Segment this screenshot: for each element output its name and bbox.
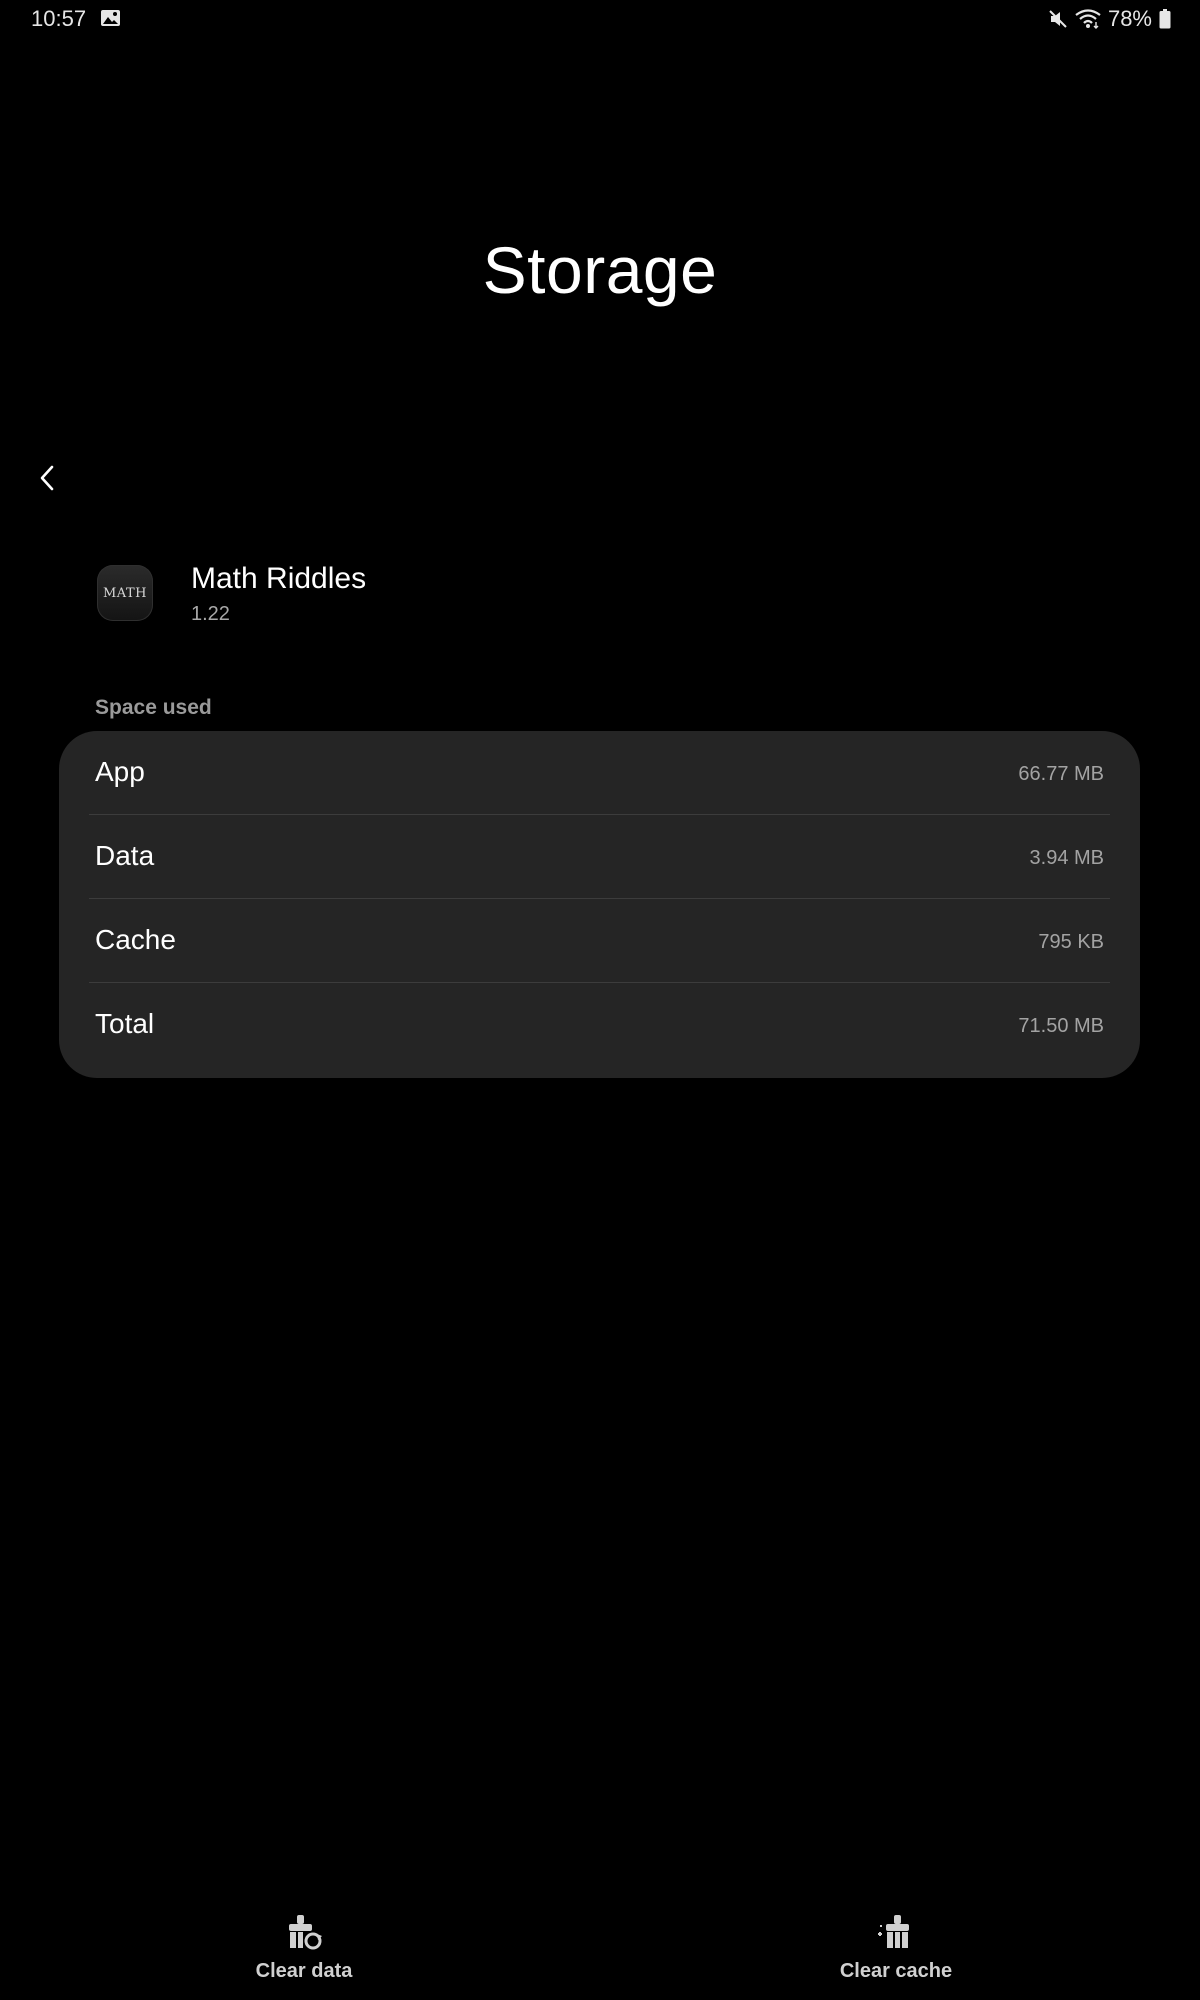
app-icon-label: MATH <box>103 585 147 601</box>
battery-percentage: 78% <box>1107 6 1152 31</box>
clear-data-icon <box>289 1915 322 1950</box>
status-bar: 10:57 78% <box>0 0 1200 38</box>
clear-data-label: Clear data <box>255 1960 353 1982</box>
row-value: 3.94 MB <box>1029 847 1104 869</box>
status-time: 10:57 <box>31 6 87 31</box>
storage-row-data: Data 3.94 MB <box>59 815 1140 899</box>
storage-card: App 66.77 MB Data 3.94 MB Cache 795 KB T… <box>59 731 1140 1078</box>
gallery-icon <box>101 10 120 26</box>
row-label: Total <box>95 1008 155 1039</box>
row-label: App <box>95 756 145 787</box>
row-label: Cache <box>95 924 176 955</box>
app-name: Math Riddles <box>191 562 367 595</box>
storage-row-total: Total 71.50 MB <box>59 983 1140 1067</box>
clear-cache-button[interactable]: Clear cache <box>746 1912 1046 1992</box>
mute-icon <box>1049 10 1067 28</box>
clear-data-button[interactable]: Clear data <box>154 1912 454 1992</box>
row-label: Data <box>95 840 155 871</box>
wifi-icon <box>1075 9 1101 29</box>
chevron-left-icon <box>40 465 54 491</box>
back-button[interactable] <box>22 452 74 504</box>
storage-row-cache: Cache 795 KB <box>59 899 1140 983</box>
battery-icon <box>1159 9 1171 29</box>
app-icon: MATH <box>97 565 153 621</box>
row-value: 795 KB <box>1038 931 1104 953</box>
clear-cache-label: Clear cache <box>839 1960 953 1982</box>
section-header-space-used: Space used <box>95 696 212 719</box>
storage-row-app: App 66.77 MB <box>59 731 1140 815</box>
status-icons: 78% <box>1048 4 1171 34</box>
app-version: 1.22 <box>191 603 230 625</box>
row-value: 66.77 MB <box>1018 763 1104 785</box>
clear-cache-icon <box>878 1915 909 1948</box>
page-title: Storage <box>482 233 718 307</box>
row-value: 71.50 MB <box>1018 1015 1104 1037</box>
